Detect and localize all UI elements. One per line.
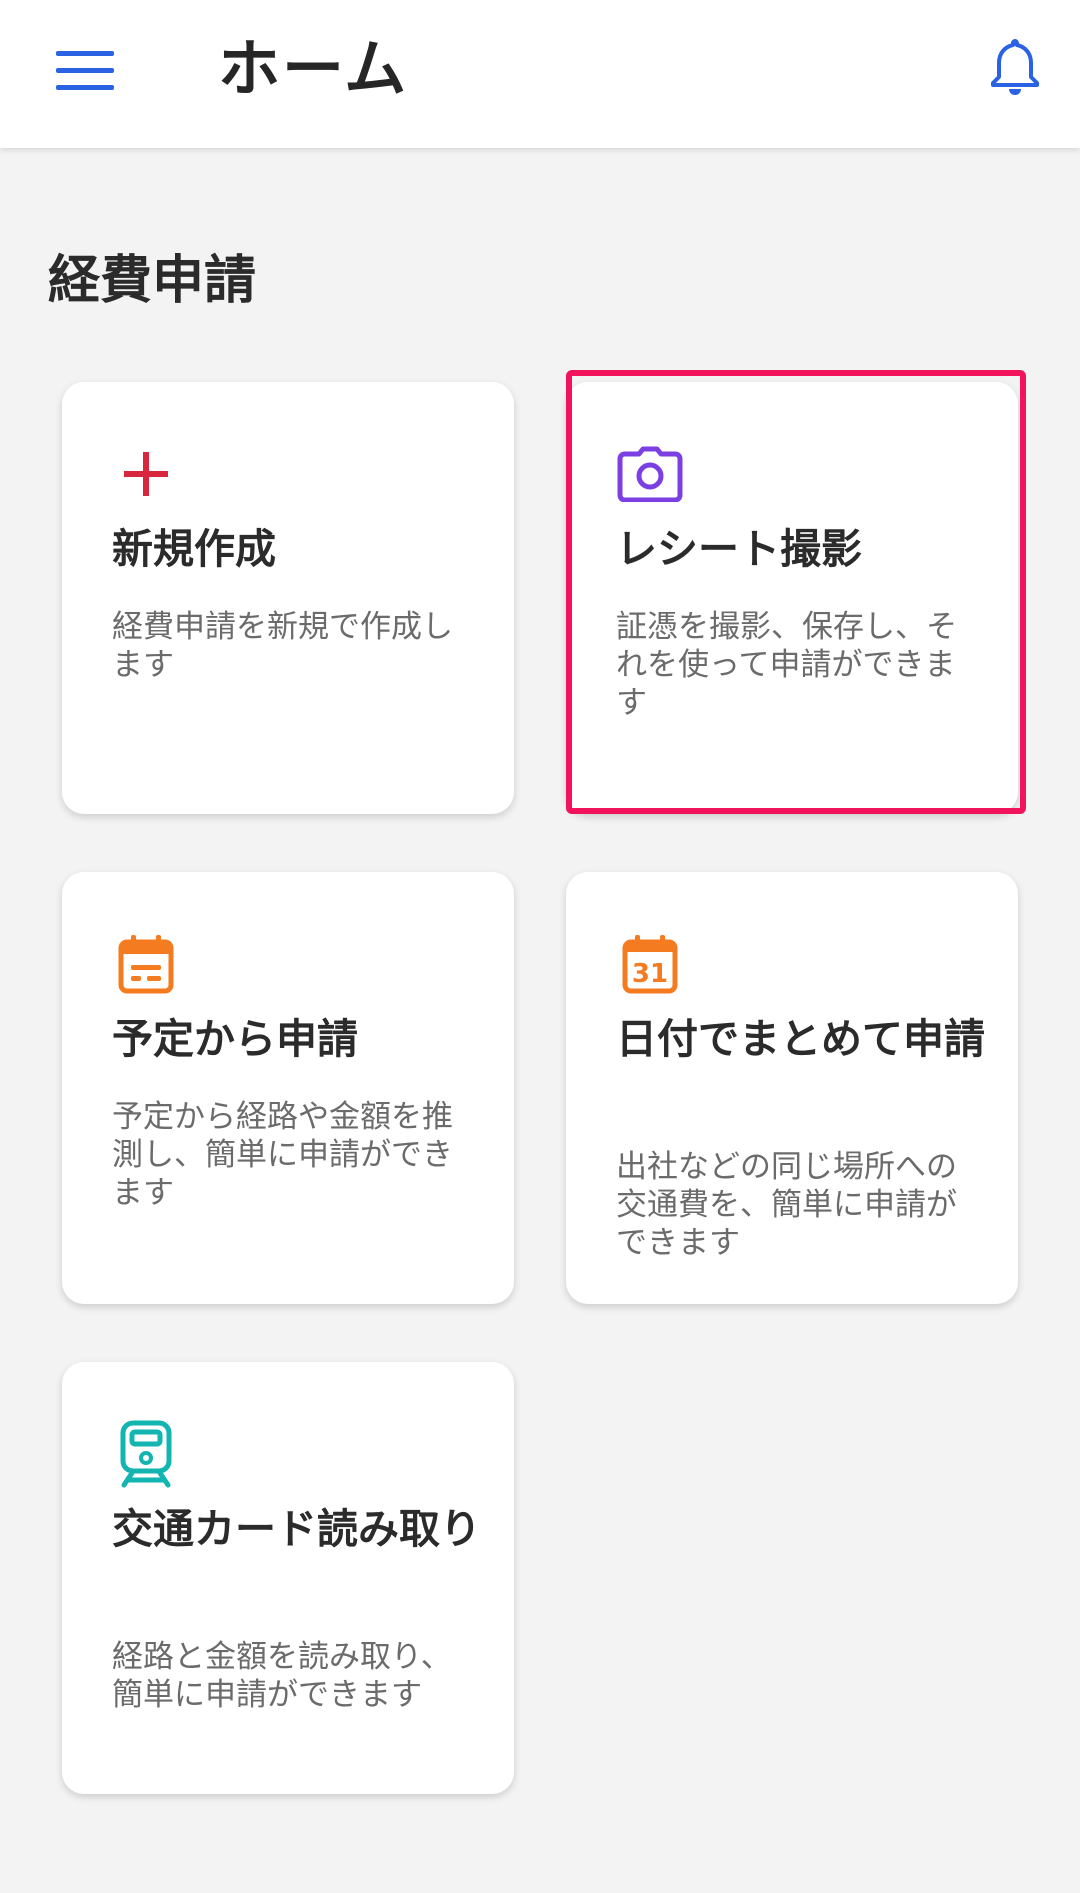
card-description: 経費申請を新規で作成します xyxy=(112,609,453,683)
card-title: 新規作成 xyxy=(112,525,276,573)
card-from-schedule[interactable]: 予定から申請 予定から経路や金額を推測し、簡単に申請ができます xyxy=(62,872,514,1304)
train-icon xyxy=(112,1420,180,1488)
card-title: 日付でまとめて申請 xyxy=(616,1015,985,1063)
page-title: ホーム xyxy=(218,32,409,105)
hamburger-menu-icon xyxy=(56,49,114,97)
card-bulk-by-date[interactable]: 31 日付でまとめて申請 出社などの同じ場所への交通費を、簡単に申請ができます xyxy=(566,872,1018,1304)
section-title: 経費申請 xyxy=(48,251,257,311)
card-title: 予定から申請 xyxy=(112,1015,358,1063)
calendar-icon xyxy=(112,930,180,998)
card-description: 経路と金額を読み取り、簡単に申請ができます xyxy=(112,1639,452,1713)
card-description: 予定から経路や金額を推測し、簡単に申請ができます xyxy=(112,1099,453,1211)
card-description: 証憑を撮影、保存し、それを使って申請ができます xyxy=(616,609,957,721)
menu-button[interactable] xyxy=(40,28,130,118)
bell-icon xyxy=(989,37,1041,101)
card-title: 交通カード読み取り xyxy=(112,1505,481,1553)
calendar-31-icon: 31 xyxy=(616,930,684,998)
app-bar: ホーム xyxy=(0,0,1080,148)
card-description: 出社などの同じ場所への交通費を、簡単に申請ができます xyxy=(616,1149,957,1261)
card-new-expense[interactable]: 新規作成 経費申請を新規で作成します xyxy=(62,382,514,814)
camera-icon xyxy=(616,440,684,508)
card-transit-card-read[interactable]: 交通カード読み取り 経路と金額を読み取り、簡単に申請ができます xyxy=(62,1362,514,1794)
card-receipt-photo[interactable]: レシート撮影 証憑を撮影、保存し、それを使って申請ができます xyxy=(566,382,1018,814)
card-title: レシート撮影 xyxy=(616,525,862,573)
plus-icon xyxy=(112,440,180,508)
notifications-button[interactable] xyxy=(970,24,1060,114)
svg-text:31: 31 xyxy=(632,959,668,989)
